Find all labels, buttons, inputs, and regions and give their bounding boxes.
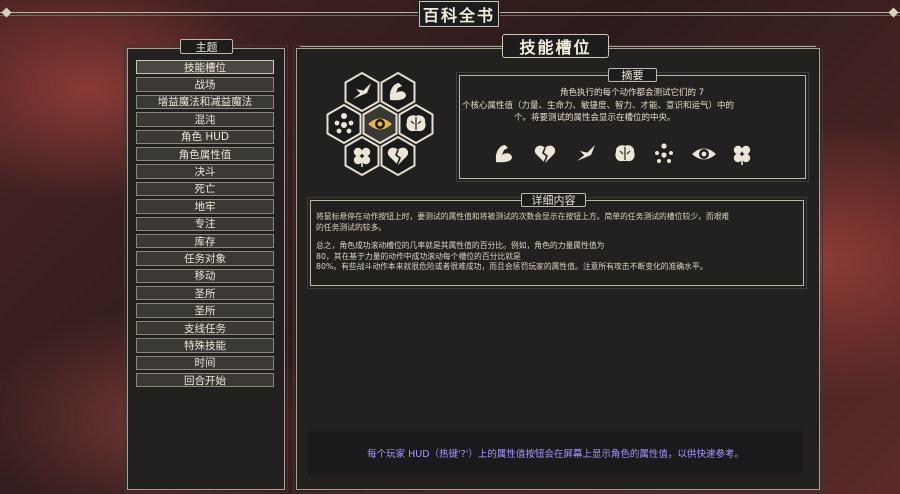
- topic-button[interactable]: 回合开始: [136, 373, 274, 388]
- topic-button[interactable]: 库存: [136, 233, 274, 249]
- topic-button[interactable]: 圣所: [136, 286, 274, 301]
- topic-button[interactable]: 死亡: [136, 181, 274, 197]
- topic-button[interactable]: 技能槽位: [136, 60, 274, 75]
- topic-button[interactable]: 任务对象: [136, 251, 274, 266]
- topic-button[interactable]: 决斗: [136, 164, 274, 179]
- hint-bar: 每个玩家 HUD（热键'?'）上的属性值按钮会在屏幕上显示角色的属性值，以供快速…: [308, 431, 803, 474]
- attribute-icons-row: [495, 143, 751, 165]
- topic-button[interactable]: 专注: [136, 216, 274, 231]
- awareness-eye-icon: [692, 148, 716, 160]
- detail-line: 将鼠标悬停在动作按钮上时，要测试的属性值和将被测试的次数会显示在按钮上方。简单的…: [316, 212, 730, 221]
- summary-line: 个。将要测试的属性会显示在槽位的中央。: [514, 113, 676, 123]
- intellect-brain-icon: [615, 145, 635, 162]
- summary-title: 摘要: [608, 68, 657, 82]
- skill-slot-hex-diagram: [326, 72, 434, 176]
- topic-button[interactable]: 混沌: [136, 112, 274, 127]
- detail-text: 将鼠标悬停在动作按钮上时，要测试的属性值和将被测试的次数会显示在按钮上方。简单的…: [316, 212, 802, 273]
- header-rule: [300, 46, 502, 47]
- detail-title: 详细内容: [521, 193, 586, 207]
- summary-text: 角色执行的每个动作都会测试它们的 7 个核心属性值（力量、生命力、敏捷度、智力、…: [462, 87, 802, 125]
- article-title: 技能槽位: [502, 34, 609, 58]
- detail-line: 总之，角色成功滚动槽位的几率就是其属性值的百分比。例如，角色的力量属性值为: [316, 241, 605, 251]
- luck-clover-icon: [733, 145, 751, 165]
- strength-arm-icon: [495, 145, 512, 163]
- topic-button[interactable]: 地牢: [136, 199, 274, 214]
- topic-button[interactable]: 增益魔法和减益魔法: [136, 94, 274, 110]
- detail-line: 80%。有些战斗动作本来就很危险或者很难成功，而且会惩罚玩家的属性值。注意所有攻…: [316, 262, 708, 272]
- topic-button[interactable]: 战场: [136, 77, 274, 92]
- detail-line: 80，其在基于力量的动作中成功滚动每个槽位的百分比就是: [316, 251, 521, 261]
- header-rule: [609, 46, 816, 47]
- topics-list: 技能槽位战场增益魔法和减益魔法 混沌角色 HUD 角色属性值决斗死亡地牢专注库存任务…: [136, 60, 274, 388]
- topic-button[interactable]: 移动: [136, 268, 274, 284]
- talent-figure-icon: [655, 143, 673, 163]
- speed-bird-icon: [577, 145, 595, 161]
- vitality-heart-icon: [534, 145, 556, 164]
- topic-button[interactable]: 角色 HUD: [136, 129, 274, 144]
- topics-header: 主题: [180, 39, 233, 54]
- summary-line: 角色执行的每个动作都会测试它们的 7: [559, 88, 705, 98]
- detail-spacer: [316, 233, 802, 241]
- topic-button[interactable]: 特殊技能: [136, 338, 274, 353]
- brain-icon: [406, 115, 426, 132]
- topic-button[interactable]: 支线任务: [136, 320, 274, 336]
- topic-button[interactable]: 时间: [136, 355, 274, 371]
- detail-line: 的任务测试的较多。: [316, 222, 387, 232]
- topic-button[interactable]: 圣所: [136, 303, 274, 318]
- topic-button[interactable]: 角色属性值: [136, 146, 274, 162]
- window-title: 百科全书: [418, 0, 500, 28]
- summary-line: 个核心属性值（力量、生命力、敏捷度、智力、才能、意识和运气）中的: [462, 100, 735, 111]
